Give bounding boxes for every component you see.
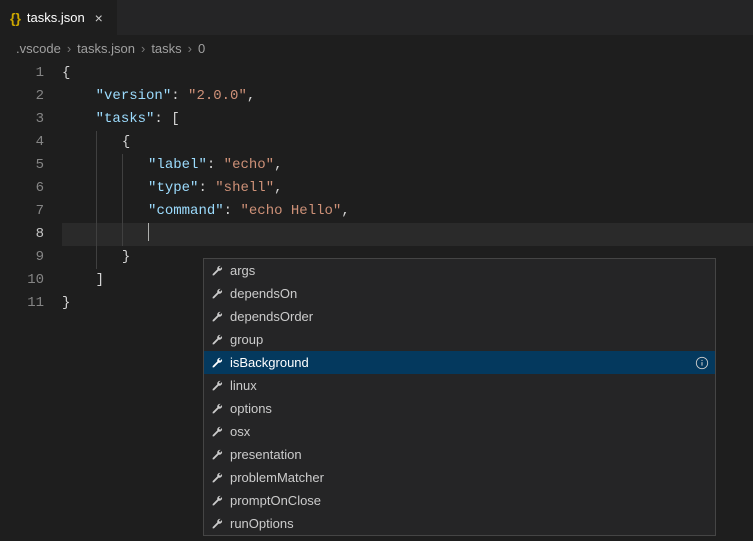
- intellisense-popup[interactable]: args dependsOn dependsOrder group isBackgrou…: [203, 258, 716, 536]
- suggestion-item[interactable]: runOptions: [204, 512, 715, 535]
- breadcrumb-part[interactable]: tasks: [151, 41, 181, 56]
- line-number: 1: [0, 62, 44, 85]
- suggestion-item[interactable]: dependsOn: [204, 282, 715, 305]
- wrench-icon: [210, 333, 224, 347]
- suggestion-item[interactable]: promptOnClose: [204, 489, 715, 512]
- suggestion-label: options: [230, 401, 709, 416]
- suggestion-item[interactable]: linux: [204, 374, 715, 397]
- suggestion-label: linux: [230, 378, 709, 393]
- suggestion-label: promptOnClose: [230, 493, 709, 508]
- wrench-icon: [210, 517, 224, 531]
- code-line[interactable]: {: [62, 131, 753, 154]
- suggestion-item[interactable]: osx: [204, 420, 715, 443]
- suggestion-item[interactable]: isBackground: [204, 351, 715, 374]
- code-line[interactable]: "label": "echo",: [62, 154, 753, 177]
- breadcrumb-part[interactable]: 0: [198, 41, 205, 56]
- suggestion-label: dependsOrder: [230, 309, 709, 324]
- editor-tab[interactable]: {} tasks.json ×: [0, 0, 118, 35]
- suggestion-label: group: [230, 332, 709, 347]
- code-line[interactable]: "tasks": [: [62, 108, 753, 131]
- suggestion-item[interactable]: options: [204, 397, 715, 420]
- line-number: 3: [0, 108, 44, 131]
- suggestion-label: args: [230, 263, 709, 278]
- suggestion-item[interactable]: problemMatcher: [204, 466, 715, 489]
- json-file-icon: {}: [10, 10, 21, 26]
- suggestion-item[interactable]: group: [204, 328, 715, 351]
- code-line[interactable]: "command": "echo Hello",: [62, 200, 753, 223]
- line-number: 4: [0, 131, 44, 154]
- suggestion-item[interactable]: presentation: [204, 443, 715, 466]
- wrench-icon: [210, 379, 224, 393]
- wrench-icon: [210, 471, 224, 485]
- wrench-icon: [210, 356, 224, 370]
- wrench-icon: [210, 494, 224, 508]
- suggestion-item[interactable]: args: [204, 259, 715, 282]
- close-icon[interactable]: ×: [91, 10, 107, 26]
- line-number: 9: [0, 246, 44, 269]
- code-line[interactable]: "type": "shell",: [62, 177, 753, 200]
- breadcrumb[interactable]: .vscode › tasks.json › tasks › 0: [0, 35, 753, 62]
- line-number: 8: [0, 223, 44, 246]
- breadcrumb-part[interactable]: tasks.json: [77, 41, 135, 56]
- line-number: 7: [0, 200, 44, 223]
- wrench-icon: [210, 264, 224, 278]
- chevron-right-icon: ›: [67, 41, 71, 56]
- info-icon[interactable]: [695, 356, 709, 370]
- suggestion-label: isBackground: [230, 355, 689, 370]
- chevron-right-icon: ›: [188, 41, 192, 56]
- tab-bar: {} tasks.json ×: [0, 0, 753, 35]
- chevron-right-icon: ›: [141, 41, 145, 56]
- breadcrumb-part[interactable]: .vscode: [16, 41, 61, 56]
- suggestion-label: dependsOn: [230, 286, 709, 301]
- line-number: 6: [0, 177, 44, 200]
- suggestion-label: problemMatcher: [230, 470, 709, 485]
- wrench-icon: [210, 310, 224, 324]
- line-number: 2: [0, 85, 44, 108]
- wrench-icon: [210, 287, 224, 301]
- suggestion-label: presentation: [230, 447, 709, 462]
- suggestion-label: osx: [230, 424, 709, 439]
- line-number: 10: [0, 269, 44, 292]
- code-line[interactable]: "version": "2.0.0",: [62, 85, 753, 108]
- wrench-icon: [210, 402, 224, 416]
- line-number-gutter: 1234567891011: [0, 62, 62, 315]
- tab-filename: tasks.json: [27, 10, 85, 25]
- suggestion-item[interactable]: dependsOrder: [204, 305, 715, 328]
- line-number: 5: [0, 154, 44, 177]
- text-cursor: [148, 223, 149, 241]
- suggestion-label: runOptions: [230, 516, 709, 531]
- code-line[interactable]: {: [62, 62, 753, 85]
- line-number: 11: [0, 292, 44, 315]
- wrench-icon: [210, 448, 224, 462]
- code-line[interactable]: [62, 223, 753, 246]
- wrench-icon: [210, 425, 224, 439]
